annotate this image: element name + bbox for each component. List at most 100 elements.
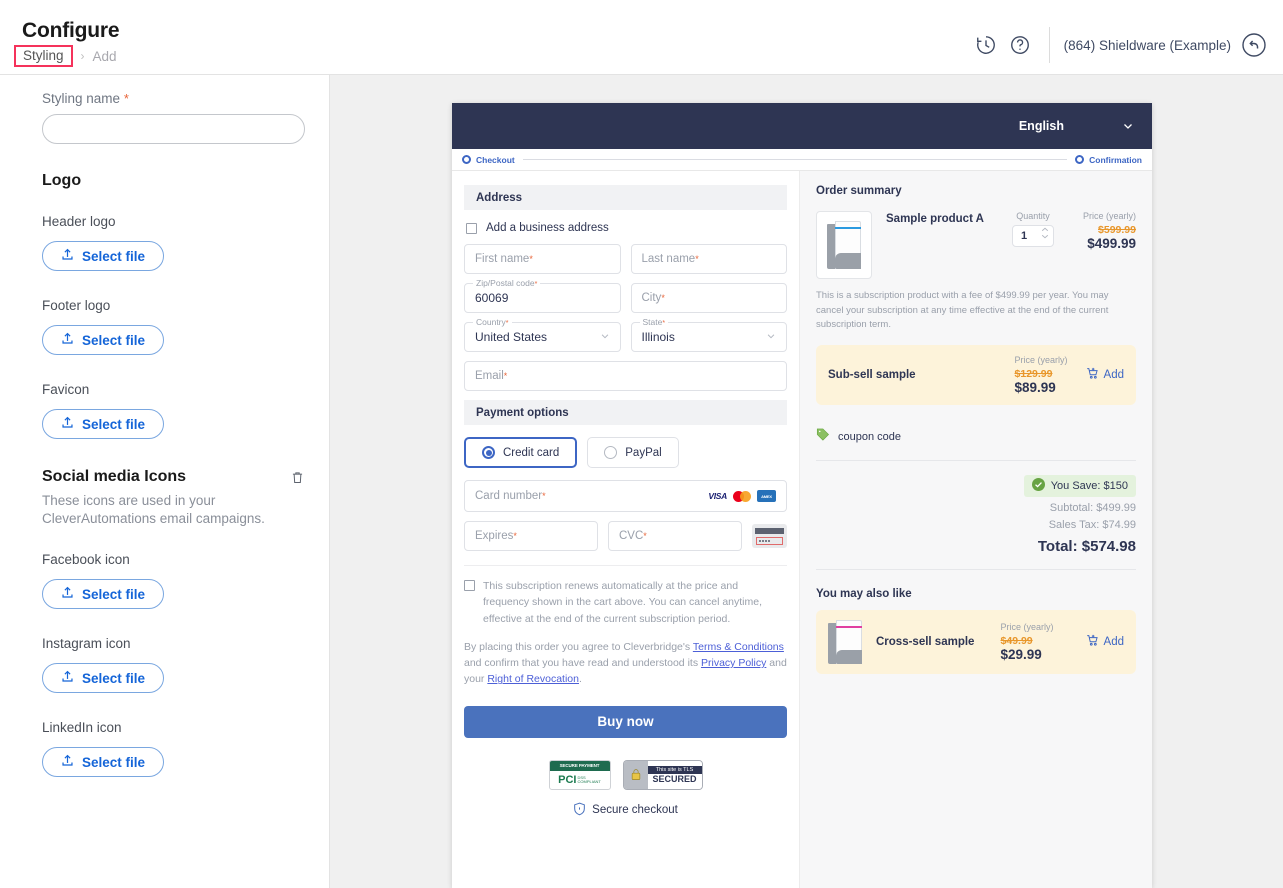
chevron-down-icon[interactable] [766, 331, 776, 344]
terms-and-conditions-link[interactable]: Terms & Conditions [693, 641, 784, 653]
cross-sell-price-label: Price (yearly) [1000, 622, 1054, 633]
zip-city-row: Zip/Postal code* 60069 City * [464, 278, 787, 313]
breadcrumb-item-styling[interactable]: Styling [14, 45, 73, 67]
expiry-cvc-row: Expires * CVC * [464, 521, 787, 551]
zip-field[interactable]: Zip/Postal code* 60069 [464, 278, 621, 313]
terms-end: . [578, 673, 582, 686]
back-arrow-icon[interactable] [1239, 30, 1269, 60]
quantity-arrows-icon[interactable] [1041, 227, 1049, 239]
footer-logo-select-file-button[interactable]: Select file [42, 325, 165, 355]
expires-placeholder: Expires [475, 530, 514, 542]
sub-sell-add-button[interactable]: Add [1086, 367, 1124, 383]
instagram-select-file-button[interactable]: Select file [42, 663, 165, 694]
payment-option-credit-card[interactable]: Credit card [464, 437, 578, 468]
first-name-field[interactable]: First name * [464, 244, 621, 274]
price-current: $499.99 [1087, 236, 1136, 251]
breadcrumb-item-add[interactable]: Add [93, 49, 117, 64]
last-name-placeholder: Last name [641, 253, 696, 265]
country-floating-label: Country* [473, 317, 512, 327]
zip-value: 60069 [475, 291, 509, 305]
country-select[interactable]: Country* United States [464, 317, 621, 352]
checkout-preview-area: English Checkout Confirmation Address Ad… [330, 75, 1283, 888]
check-circle-icon [1031, 478, 1045, 494]
you-may-also-like-title: You may also like [816, 588, 912, 601]
terms-text: By placing this order you agree to Cleve… [464, 639, 787, 688]
product-name: Sample product A [886, 213, 984, 225]
paypal-label: PayPal [625, 446, 662, 459]
state-select[interactable]: State* Illinois [630, 317, 787, 352]
address-section-header: Address [464, 185, 787, 210]
step-checkout-label: Checkout [476, 154, 515, 165]
privacy-policy-link[interactable]: Privacy Policy [701, 657, 766, 669]
name-row: First name * Last name * [464, 244, 787, 274]
card-number-row: Card number * VISA AMEX [464, 480, 787, 512]
chevron-down-icon[interactable] [600, 331, 610, 344]
language-selector-label[interactable]: English [1019, 119, 1064, 133]
app-root: Configure Styling › Add (864) Shieldware… [0, 0, 1283, 888]
cross-sell-product-image [828, 620, 862, 665]
expires-field[interactable]: Expires * [464, 521, 598, 551]
you-save-label: You Save: $150 [1050, 480, 1128, 493]
subscription-renewal-text: This subscription renews automatically a… [483, 580, 763, 625]
facebook-select-file-button[interactable]: Select file [42, 579, 165, 610]
step-connector [522, 159, 1068, 160]
chevron-down-icon[interactable] [1122, 120, 1134, 132]
summary-divider [816, 460, 1136, 462]
last-name-field[interactable]: Last name * [630, 244, 787, 274]
right-of-revocation-link[interactable]: Right of Revocation [487, 673, 579, 685]
cart-icon [1086, 634, 1099, 650]
pci-badge-top-text: SECURE PAYMENT [549, 760, 610, 771]
payment-option-paypal[interactable]: PayPal [587, 437, 679, 468]
subtotal-value: $499.99 [1096, 502, 1136, 515]
header-logo-select-file-button[interactable]: Select file [42, 241, 165, 271]
terms-middle: and confirm that you have read and under… [464, 657, 701, 670]
sub-sell-price-current: $89.99 [1014, 380, 1056, 396]
total-value: $574.98 [1081, 538, 1136, 556]
cross-sell-name: Cross-sell sample [876, 636, 975, 649]
upload-icon [61, 248, 74, 264]
favicon-label: Favicon [42, 382, 90, 397]
breadcrumb: Styling › Add [14, 45, 117, 67]
subscription-renewal-checkbox[interactable] [464, 580, 475, 591]
help-icon[interactable] [1003, 28, 1037, 62]
delete-icon[interactable] [288, 468, 307, 492]
cross-sell-price-current: $29.99 [1000, 647, 1042, 663]
linkedin-select-file-button[interactable]: Select file [42, 747, 165, 778]
step-confirmation-label: Confirmation [1089, 154, 1142, 165]
linkedin-select-file-label: Select file [82, 754, 146, 770]
coupon-code-row[interactable]: coupon code [816, 427, 1136, 446]
pci-badge-sub2: COMPLIANT [577, 779, 601, 785]
footer-logo-select-file-label: Select file [82, 332, 146, 348]
product-description: This is a subscription product with a fe… [816, 290, 1109, 331]
card-number-field[interactable]: Card number * VISA AMEX [464, 480, 787, 512]
styling-name-input[interactable] [42, 114, 305, 144]
quantity-stepper[interactable]: Quantity 1 [1012, 211, 1054, 247]
business-address-row[interactable]: Add a business address [466, 222, 787, 234]
account-name[interactable]: (864) Shieldware (Example) [1064, 38, 1231, 53]
page-title: Configure [22, 19, 120, 42]
step-indicator-icon [1075, 155, 1085, 164]
security-badges: SECURE PAYMENT PCI DSS COMPLIANT This si… [464, 759, 787, 790]
pci-badge-main-text: PCI [558, 774, 577, 787]
country-value: United States [475, 330, 548, 344]
subscription-renewal-note: This subscription renews automatically a… [464, 565, 787, 627]
sub-sell-price-block: Price (yearly) $129.99 $89.99 [1015, 355, 1068, 395]
secure-checkout-label: Secure checkout [592, 804, 678, 817]
cvc-field[interactable]: CVC * [608, 521, 742, 551]
cross-sell-price-original: $49.99 [1000, 635, 1033, 648]
favicon-select-file-button[interactable]: Select file [42, 409, 165, 439]
email-field[interactable]: Email * [464, 361, 787, 391]
buy-now-button[interactable]: Buy now [464, 705, 787, 738]
product-image [816, 211, 872, 279]
history-icon[interactable] [969, 28, 1003, 62]
cross-sell-add-button[interactable]: Add [1086, 634, 1124, 650]
instagram-select-file-label: Select file [82, 670, 146, 686]
footer-logo-label: Footer logo [42, 298, 111, 313]
business-address-checkbox[interactable] [466, 222, 477, 234]
email-row: Email * [464, 361, 787, 391]
order-summary-title: Order summary [816, 185, 902, 197]
sub-sell-price-original: $129.99 [1014, 368, 1053, 381]
visa-icon: VISA [708, 491, 727, 501]
linkedin-icon-label: LinkedIn icon [42, 720, 122, 736]
city-field[interactable]: City * [630, 283, 787, 313]
